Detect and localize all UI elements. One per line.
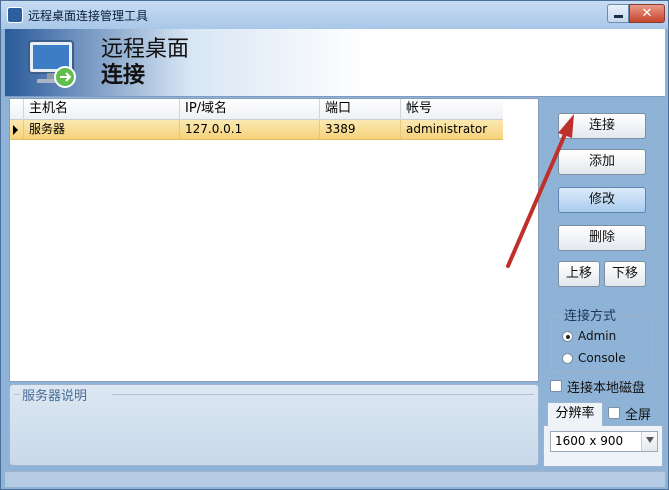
- banner-title-line2: 连接: [101, 63, 146, 88]
- fullscreen-label[interactable]: 全屏: [625, 404, 651, 423]
- table-row[interactable]: 服务器 127.0.0.1 3389 administrator: [10, 120, 503, 140]
- column-header-port[interactable]: 端口: [320, 99, 401, 120]
- title-bar[interactable]: 远程桌面连接管理工具 ✕: [1, 1, 668, 29]
- radio-console-label[interactable]: Console: [578, 351, 626, 365]
- window-title: 远程桌面连接管理工具: [28, 9, 149, 23]
- groupbox-border-right: [112, 394, 534, 395]
- move-down-button[interactable]: 下移: [604, 261, 646, 287]
- cell-ip[interactable]: 127.0.0.1: [180, 120, 320, 139]
- server-table[interactable]: 主机名 IP/域名 端口 帐号 服务器 127.0.0.1 3389 admin…: [9, 98, 539, 382]
- remote-desktop-icon: [28, 40, 76, 88]
- delete-button[interactable]: 删除: [558, 225, 646, 251]
- column-header-account[interactable]: 帐号: [401, 99, 503, 120]
- add-button[interactable]: 添加: [558, 149, 646, 175]
- close-icon: ✕: [641, 6, 653, 21]
- cell-account[interactable]: administrator: [401, 120, 503, 139]
- local-disk-label[interactable]: 连接本地磁盘: [567, 377, 645, 396]
- banner: 远程桌面 连接: [5, 29, 665, 97]
- local-disk-checkbox[interactable]: [550, 380, 562, 392]
- filter-icon: [646, 437, 654, 443]
- app-icon: [7, 7, 23, 23]
- move-up-button[interactable]: 上移: [558, 261, 600, 287]
- fullscreen-checkbox[interactable]: [608, 407, 620, 419]
- radio-console[interactable]: [562, 353, 573, 364]
- resolution-select[interactable]: 1600 x 900: [550, 431, 658, 452]
- connect-button[interactable]: 连接: [558, 113, 646, 139]
- app-window: 远程桌面连接管理工具 ✕ 远程桌面 连接 主机名 IP/域名 端口 帐号 服务器…: [0, 0, 669, 490]
- current-row-arrow-icon: [13, 125, 18, 135]
- radio-admin-label[interactable]: Admin: [578, 329, 616, 343]
- connect-mode-label: 连接方式: [561, 305, 620, 324]
- close-button[interactable]: ✕: [629, 4, 665, 23]
- server-description-label: 服务器说明: [22, 389, 88, 404]
- radio-admin[interactable]: [562, 331, 573, 342]
- column-header-host[interactable]: 主机名: [24, 99, 180, 120]
- tab-resolution[interactable]: 分辨率: [547, 402, 603, 426]
- column-header-ip[interactable]: IP/域名: [180, 99, 320, 120]
- groupbox-border-left: [14, 394, 20, 395]
- minimize-icon: [613, 15, 623, 18]
- server-description-panel[interactable]: 服务器说明: [9, 384, 539, 466]
- status-bar: [5, 471, 665, 487]
- minimize-button[interactable]: [607, 4, 629, 23]
- edit-button[interactable]: 修改: [558, 187, 646, 213]
- header-indicator-cell: [10, 99, 24, 120]
- banner-title: 远程桌面 连接: [101, 37, 189, 89]
- resolution-value: 1600 x 900: [555, 434, 624, 448]
- dropdown-button[interactable]: [641, 432, 657, 451]
- banner-title-line1: 远程桌面: [101, 37, 190, 62]
- cell-port[interactable]: 3389: [320, 120, 401, 139]
- table-header: 主机名 IP/域名 端口 帐号: [10, 99, 503, 120]
- cell-host[interactable]: 服务器: [24, 120, 180, 139]
